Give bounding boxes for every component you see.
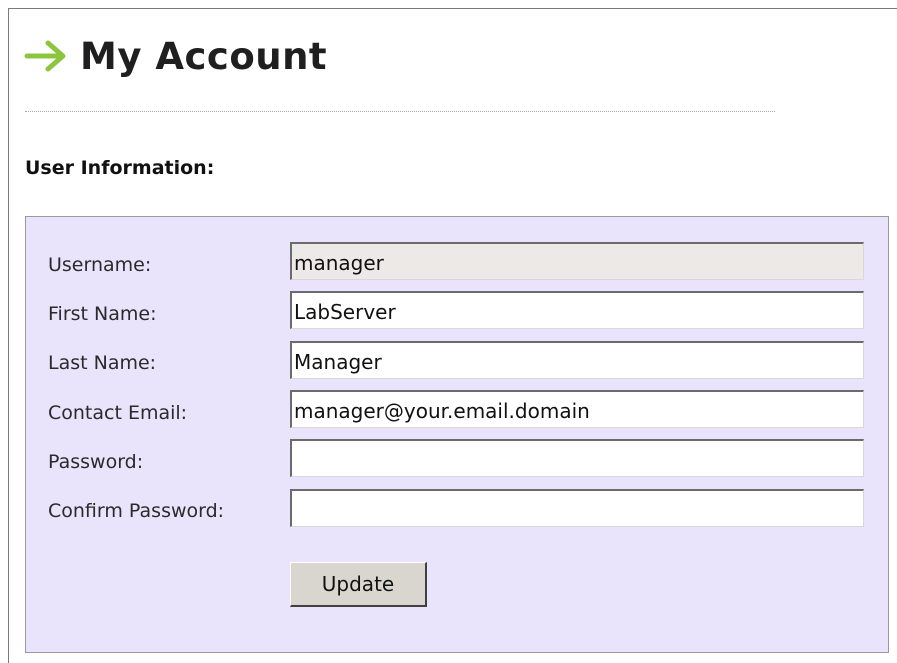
page-title: My Account — [80, 34, 328, 78]
username-field[interactable] — [290, 242, 864, 280]
last-name-label: Last Name: — [48, 352, 157, 374]
first-name-label: First Name: — [48, 303, 157, 325]
password-label: Password: — [48, 451, 144, 473]
first-name-field[interactable] — [290, 291, 864, 329]
contact-email-label: Contact Email: — [48, 402, 188, 424]
section-heading: User Information: — [25, 157, 215, 179]
last-name-field[interactable] — [290, 341, 864, 379]
username-label: Username: — [48, 254, 152, 276]
confirm-password-label: Confirm Password: — [48, 500, 225, 522]
title-divider — [25, 111, 775, 112]
password-field[interactable] — [290, 439, 864, 477]
user-info-panel: Username: First Name: Last Name: Contact… — [25, 216, 889, 653]
confirm-password-field[interactable] — [290, 489, 864, 527]
contact-email-field[interactable] — [290, 390, 864, 428]
right-arrow-icon — [24, 39, 70, 73]
update-button[interactable]: Update — [290, 562, 427, 607]
page-header: My Account — [24, 30, 327, 82]
